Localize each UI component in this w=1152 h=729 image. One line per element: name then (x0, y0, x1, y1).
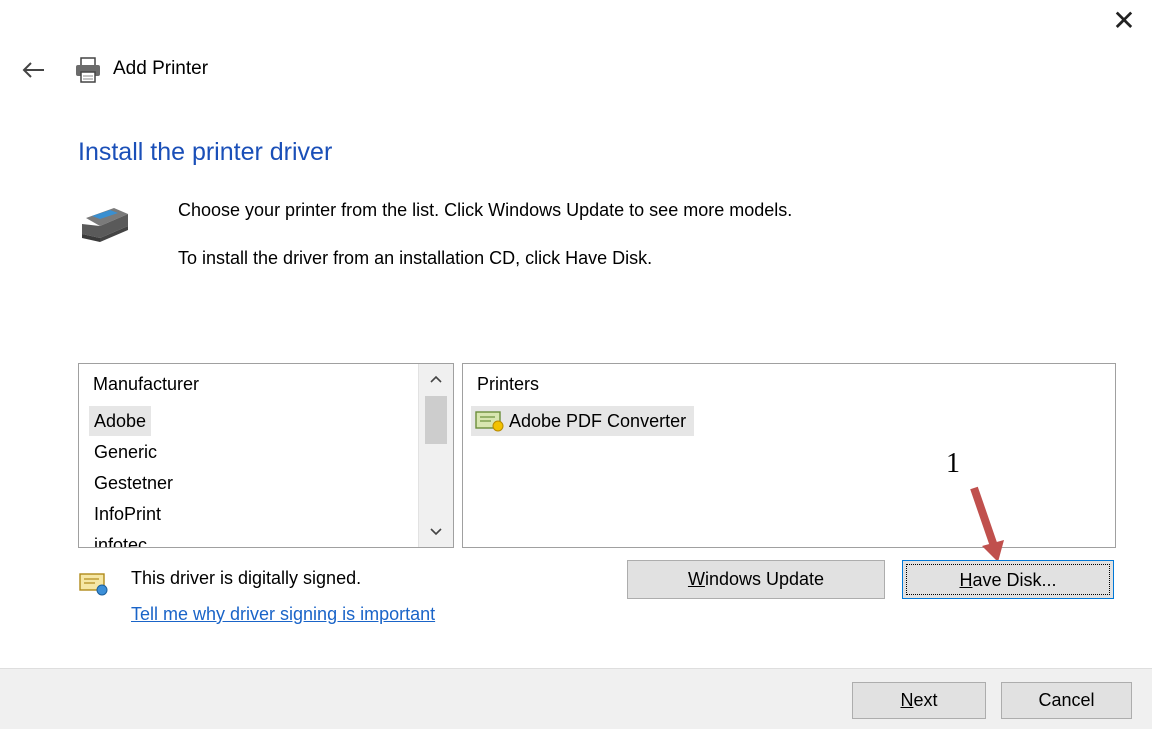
list-item[interactable]: Gestetner (89, 468, 178, 498)
instruction-text: To install the driver from an installati… (178, 248, 653, 268)
scroll-up-button[interactable] (419, 364, 453, 394)
next-button[interactable]: Next (852, 682, 986, 719)
list-item[interactable]: Adobe PDF Converter (471, 406, 695, 436)
back-button[interactable] (18, 54, 50, 86)
accel-key: N (900, 690, 914, 710)
driver-signing-link[interactable]: Tell me why driver signing is important (131, 604, 435, 625)
have-disk-button[interactable]: Have Disk... (902, 560, 1114, 599)
button-label: indows Update (704, 569, 825, 589)
button-label: ext (913, 690, 938, 710)
chevron-up-icon (430, 375, 442, 383)
annotation-number: 1 (946, 448, 960, 479)
instruction-text: Choose your printer from the list. Click… (178, 200, 793, 220)
annotation-arrow-icon (970, 486, 1004, 562)
printer-icon (82, 208, 128, 242)
list-item[interactable]: Adobe (89, 406, 152, 436)
list-item[interactable]: infotec (89, 530, 152, 547)
manufacturer-header: Manufacturer (93, 374, 200, 394)
printers-header: Printers (477, 374, 540, 394)
scroll-down-button[interactable] (419, 517, 453, 547)
button-label: ave Disk... (972, 570, 1057, 590)
page-heading: Install the printer driver (78, 138, 333, 166)
printer-icon (76, 57, 100, 83)
certificate-icon (475, 411, 504, 432)
chevron-down-icon (430, 528, 442, 536)
focus-rect: Have Disk... (906, 564, 1110, 595)
printer-name: Adobe PDF Converter (509, 411, 687, 431)
scrollbar[interactable] (418, 364, 453, 547)
wizard-title: Add Printer (113, 58, 209, 79)
printers-list[interactable]: Printers Adobe PDF Converter (462, 363, 1116, 548)
accel-key: W (687, 569, 705, 589)
list-item[interactable]: InfoPrint (89, 499, 166, 529)
scrollbar-thumb[interactable] (425, 396, 447, 444)
manufacturer-list[interactable]: Manufacturer Adobe Generic Gestetner Inf… (78, 363, 454, 548)
close-button[interactable]: ✕ (1104, 4, 1144, 38)
windows-update-button[interactable]: Windows Update (627, 560, 885, 599)
back-arrow-icon (22, 62, 44, 78)
signing-status: This driver is digitally signed. (131, 568, 362, 588)
accel-key: H (959, 570, 973, 590)
list-item[interactable]: Generic (89, 437, 162, 467)
cancel-button[interactable]: Cancel (1001, 682, 1132, 719)
certificate-icon (79, 573, 108, 596)
